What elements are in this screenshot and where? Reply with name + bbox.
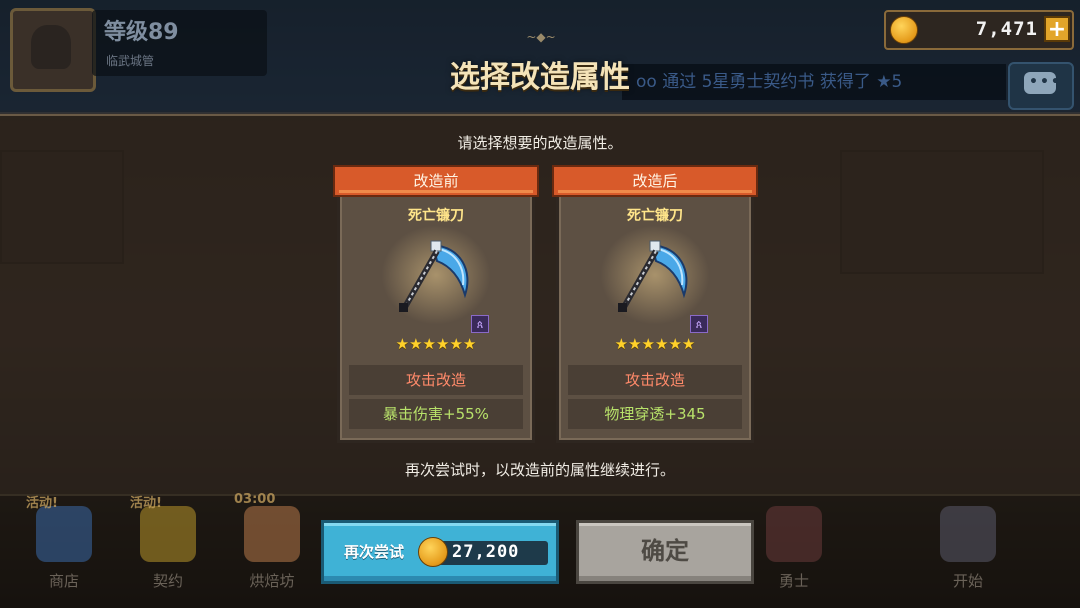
retry-note: 再次尝试时，以改造前的属性继续进行。	[404, 461, 675, 479]
add-gold-button[interactable]: +	[1044, 16, 1070, 42]
card-after[interactable]: 改造后 死亡镰刀 ጰ ★★★★★★ 攻击改造 物理穿透+345	[552, 165, 758, 443]
card-header: 改造前	[333, 165, 539, 197]
weapon-name: 死亡镰刀	[627, 208, 683, 224]
card-before[interactable]: 改造前 死亡镰刀 ጰ ★★★★★★ 攻击改造 暴击伤害+55%	[333, 165, 539, 443]
player-level: 等级89	[104, 20, 179, 45]
nav-shop[interactable]: 活动! 商店	[26, 496, 102, 602]
gold-panel: 7,471 +	[884, 10, 1074, 50]
star-rating: ★★★★★★	[395, 335, 477, 353]
player-avatar[interactable]	[10, 8, 96, 92]
modal-backdrop	[0, 114, 1080, 496]
nav-start[interactable]: 开始	[930, 500, 1006, 602]
card-header: 改造后	[552, 165, 758, 197]
helmet-icon	[766, 506, 822, 562]
nav-label: 契约	[152, 572, 183, 590]
stat-type: 攻击改造	[349, 365, 523, 395]
gold-coin-icon	[418, 537, 448, 567]
event-badge: 活动!	[26, 496, 58, 511]
nav-label: 烘焙坊	[249, 572, 295, 590]
nav-label: 商店	[48, 572, 79, 590]
retry-button[interactable]: 再次尝试 27,200	[321, 520, 559, 584]
rune-icon: ጰ	[690, 315, 708, 333]
avatar-face	[31, 25, 71, 69]
nav-contract[interactable]: 活动! 契约	[130, 496, 206, 602]
shop-icon	[36, 506, 92, 562]
title-ornament: ~◆~	[526, 30, 556, 44]
stat-value: 暴击伤害+55%	[349, 399, 523, 429]
retry-label: 再次尝试	[344, 543, 405, 561]
star-rating: ★★★★★★	[614, 335, 696, 353]
scythe-icon	[399, 240, 469, 312]
bakery-icon	[244, 506, 300, 562]
confirm-button[interactable]: 确定	[576, 520, 754, 584]
player-info-panel: 等级89 临武城管	[92, 10, 267, 76]
nav-bakery[interactable]: 03:00 烘焙坊	[234, 492, 310, 602]
nav-label: 勇士	[778, 572, 809, 590]
nav-hero[interactable]: 勇士	[756, 500, 832, 602]
chat-button[interactable]: •••	[1008, 62, 1074, 110]
dialog-title: 选择改造属性	[450, 60, 630, 95]
timer-badge: 03:00	[234, 492, 276, 507]
stat-type: 攻击改造	[568, 365, 742, 395]
gold-coin-icon	[890, 16, 918, 44]
scythe-icon	[618, 240, 688, 312]
contract-icon	[140, 506, 196, 562]
nav-label: 开始	[952, 572, 983, 590]
retry-cost: 27,200	[452, 542, 520, 562]
event-badge: 活动!	[130, 496, 162, 511]
weapon-name: 死亡镰刀	[408, 208, 464, 224]
start-emblem-icon	[940, 506, 996, 562]
rune-icon: ጰ	[471, 315, 489, 333]
gold-amount: 7,471	[975, 18, 1038, 40]
player-title: 临武城管	[106, 54, 155, 68]
stat-value: 物理穿透+345	[568, 399, 742, 429]
instruction-text: 请选择想要的改造属性。	[457, 134, 623, 152]
